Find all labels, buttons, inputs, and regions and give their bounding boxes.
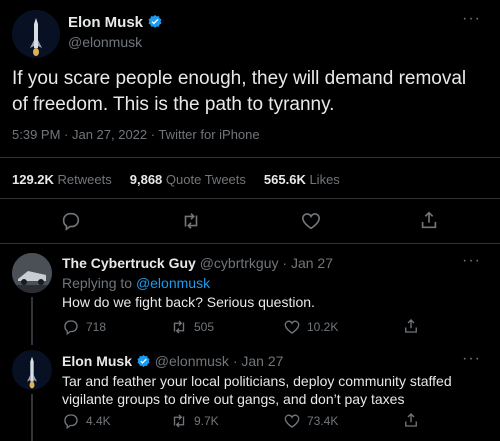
reply1-replying-to: Replying to @elonmusk [62,275,210,291]
reply-icon [64,414,78,430]
reply2-author-handle[interactable]: @elonmusk [155,353,229,369]
reply-avatar[interactable] [12,253,52,293]
share-icon [405,413,417,427]
likes-stat[interactable]: 565.6K Likes [264,172,340,187]
divider [0,243,500,244]
reply1-reply-count: 718 [86,320,107,334]
reply1-text: How do we fight back? Serious question. [62,294,315,310]
reply1-like-count: 10.2K [307,320,339,334]
thread-line [31,297,33,345]
reply2-text: Tar and feather your local politicians, … [62,373,452,407]
reply1-header: The Cybertruck Guy @cybrtrkguy · Jan 27 [62,255,333,271]
tweet-text: If you scare people enough, they will de… [12,68,467,115]
cybertruck-avatar-icon [12,253,52,293]
quote-tweets-stat[interactable]: 9,868 Quote Tweets [130,172,246,187]
heart-icon [301,213,321,230]
reply1-retweet-count: 505 [194,320,215,334]
reply2-like-count: 73.4K [307,414,339,428]
reply1-share-button[interactable] [402,317,420,335]
reply2-reply-count: 4.4K [86,414,111,428]
thread-line [31,394,33,441]
replying-to-handle-link[interactable]: @elonmusk [136,275,210,291]
divider [0,157,500,158]
reply1-author-name[interactable]: The Cybertruck Guy [62,255,196,271]
verified-badge-icon [136,354,151,372]
reply1-like-button[interactable]: 10.2K [283,318,338,336]
reply2-header: Elon Musk @elonmusk · Jan 27 [62,353,283,372]
retweet-icon [173,414,185,428]
author-handle[interactable]: @elonmusk [68,34,142,50]
reply-button[interactable] [60,210,82,237]
verified-badge-icon [147,14,163,34]
reply2-retweet-button[interactable]: 9.7K [170,412,219,430]
heart-icon [284,414,300,428]
share-icon [421,211,437,229]
retweet-icon [173,320,185,334]
reply2-retweet-count: 9.7K [194,414,219,428]
author-name[interactable]: Elon Musk [68,14,143,31]
divider [0,198,500,199]
more-options-button[interactable]: ··· [462,10,481,28]
tweet-meta[interactable]: 5:39 PM · Jan 27, 2022 · Twitter for iPh… [12,127,260,142]
author-avatar[interactable] [12,10,60,58]
rocket-avatar-icon [12,10,60,58]
reply1-more-button[interactable]: ··· [462,252,481,270]
like-button[interactable] [300,210,322,237]
share-button[interactable] [418,209,440,236]
reply-icon [64,320,78,336]
heart-icon [284,320,300,334]
rocket-avatar-icon [12,350,52,390]
reply2-share-button[interactable] [402,411,420,429]
tweet-stats: 129.2K Retweets 9,868 Quote Tweets 565.6… [12,172,340,187]
reply1-date[interactable]: · Jan 27 [282,255,333,271]
reply2-author-name[interactable]: Elon Musk [62,353,132,369]
retweet-icon [184,213,198,229]
reply-icon [62,212,80,231]
reply2-avatar[interactable] [12,350,52,390]
reply2-like-button[interactable]: 73.4K [283,412,338,430]
reply1-reply-button[interactable]: 718 [62,318,106,336]
retweet-button[interactable] [180,210,202,237]
replying-to-label: Replying to [62,275,133,291]
share-icon [405,319,417,333]
reply2-reply-button[interactable]: 4.4K [62,412,111,430]
reply2-date[interactable]: · Jan 27 [233,353,284,369]
reply1-author-handle[interactable]: @cybrtrkguy [200,255,279,271]
reply1-retweet-button[interactable]: 505 [170,318,214,336]
reply2-more-button[interactable]: ··· [462,350,481,368]
retweets-stat[interactable]: 129.2K Retweets [12,172,112,187]
author-name-row: Elon Musk [68,14,163,34]
